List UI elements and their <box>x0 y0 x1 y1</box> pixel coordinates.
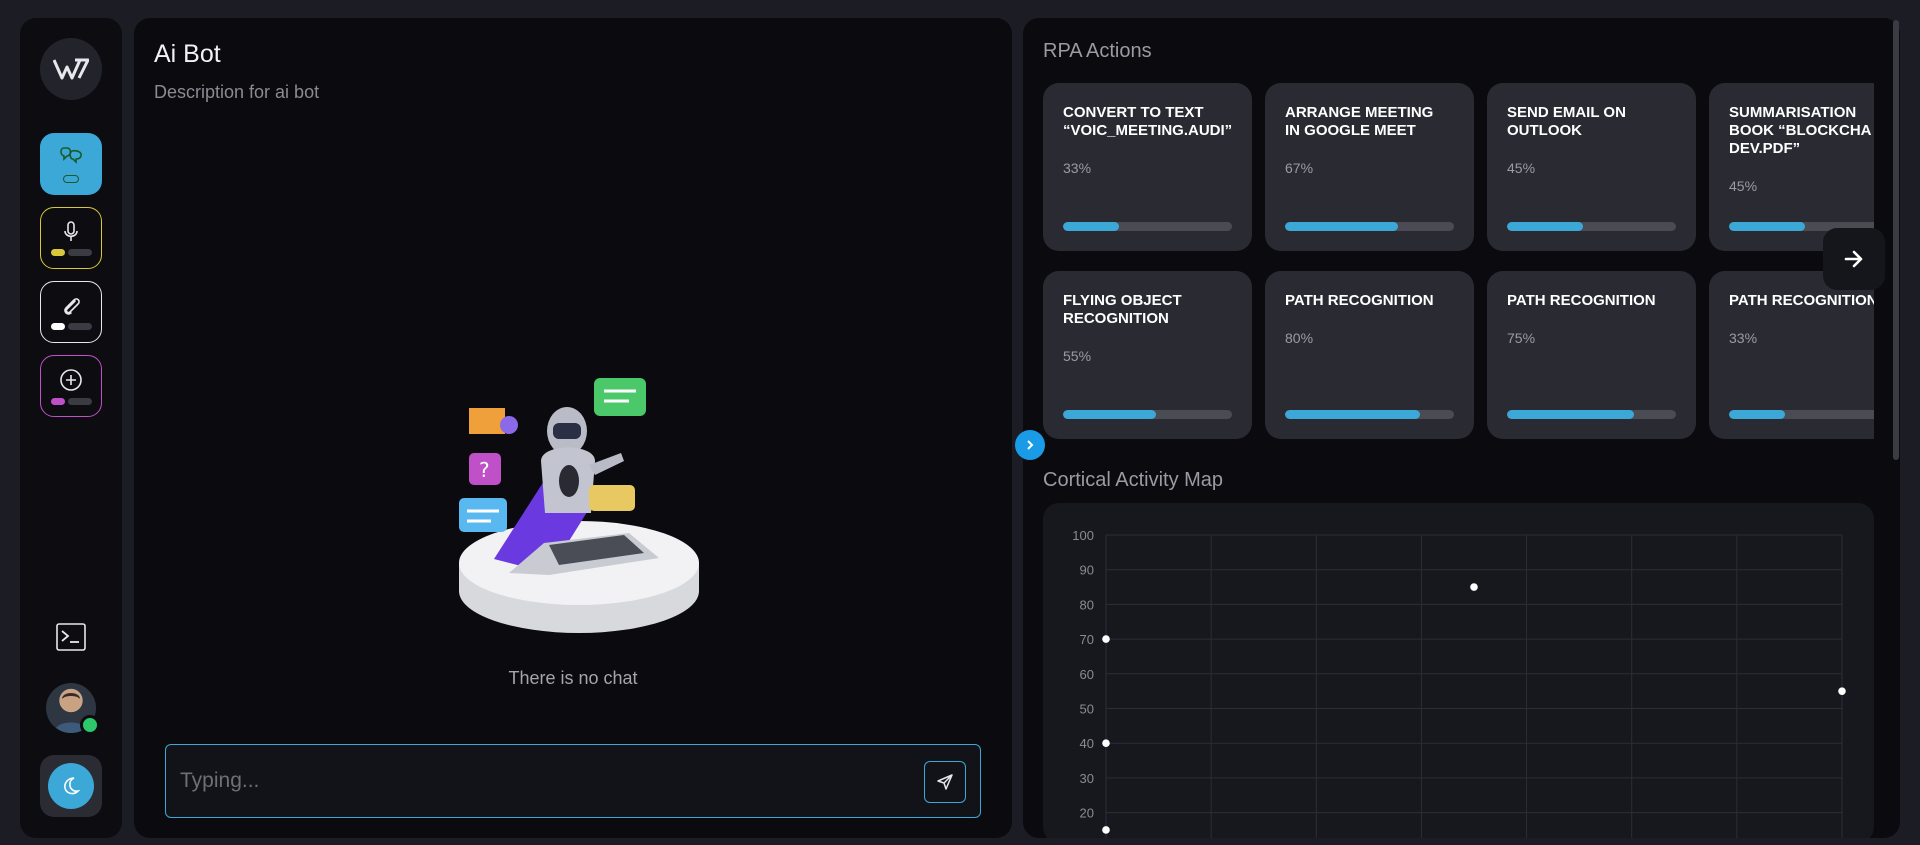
chart-data-point[interactable] <box>1470 583 1478 591</box>
chart-data-point[interactable] <box>1102 635 1110 643</box>
rpa-card-title: SEND EMAIL ON OUTLOOK <box>1507 104 1626 139</box>
paperclip-icon <box>64 297 80 315</box>
rpa-card-progress-bar <box>1063 410 1232 419</box>
cortical-activity-chart: 100 90 80 70 60 50 40 30 20 <box>1072 528 1846 838</box>
rpa-card-progress-bar <box>1507 410 1676 419</box>
arrow-right-icon <box>1844 250 1863 268</box>
rpa-card-progress-fill <box>1507 410 1634 419</box>
microphone-icon <box>64 220 78 241</box>
chart-y-tick-label: 20 <box>1080 806 1094 821</box>
rpa-card-percent: 75% <box>1507 330 1536 346</box>
rpa-card-percent: 67% <box>1285 160 1314 176</box>
attachment-indicator <box>50 322 92 330</box>
chart-data-point[interactable] <box>1102 826 1110 834</box>
chatbot-icon <box>60 147 82 164</box>
right-panel: RPA Actions CONVERT TO TEXT “VOIC_MEETIN… <box>1023 18 1900 838</box>
rpa-card-progress-bar <box>1063 222 1232 231</box>
rpa-card-progress-fill <box>1285 222 1399 231</box>
rpa-action-card[interactable]: PATH RECOGNITION 80% <box>1265 271 1474 439</box>
svg-text:?: ? <box>479 458 490 482</box>
add-tool-button[interactable] <box>40 355 102 417</box>
chat-title: Ai Bot <box>154 40 221 68</box>
page-scrollbar[interactable] <box>1893 20 1899 460</box>
rpa-card-progress-fill <box>1063 410 1156 419</box>
rpa-card-progress-bar <box>1285 410 1454 419</box>
online-status-dot <box>80 715 100 735</box>
rpa-card-title: FLYING OBJECT RECOGNITION <box>1063 292 1182 327</box>
cortical-activity-chart-container: 100 90 80 70 60 50 40 30 20 <box>1043 503 1874 838</box>
chevron-right-icon <box>1027 440 1034 450</box>
rpa-card-progress-fill <box>1507 222 1584 231</box>
add-indicator <box>50 397 92 405</box>
rpa-card-title: ARRANGE MEETING IN GOOGLE MEET <box>1285 104 1434 139</box>
map-section-title: Cortical Activity Map <box>1043 469 1224 491</box>
chart-data-point[interactable] <box>1102 739 1110 747</box>
rpa-card-progress-bar <box>1507 222 1676 231</box>
rpa-card-title: CONVERT TO TEXT “VOIC_MEETING.AUDI” <box>1063 104 1233 139</box>
rpa-action-card[interactable]: ARRANGE MEETING IN GOOGLE MEET 67% <box>1265 83 1474 251</box>
rpa-card-progress-fill <box>1063 222 1119 231</box>
chatbot-indicator <box>63 175 79 183</box>
rpa-card-title: SUMMARISATION BOOK “BLOCKCHA DEV.PDF” <box>1729 104 1872 157</box>
rpa-action-card[interactable]: CONVERT TO TEXT “VOIC_MEETING.AUDI” 33% <box>1043 83 1252 251</box>
chart-data-point[interactable] <box>1838 687 1846 695</box>
rpa-card-percent: 45% <box>1729 178 1758 194</box>
rpa-section-title: RPA Actions <box>1043 40 1152 62</box>
rpa-cards-carousel: CONVERT TO TEXT “VOIC_MEETING.AUDI” 33% AR… <box>1043 83 1874 459</box>
chat-description: Description for ai bot <box>154 82 320 102</box>
rpa-action-card[interactable]: SUMMARISATION BOOK “BLOCKCHA DEV.PDF” 45% <box>1709 83 1874 251</box>
chart-y-tick-label: 60 <box>1080 667 1094 682</box>
chart-y-tick-label: 30 <box>1080 771 1094 786</box>
carousel-next-button[interactable] <box>1823 228 1885 290</box>
rpa-card-title: PATH RECOGNITION <box>1285 292 1434 309</box>
brand-logo-icon[interactable] <box>40 38 102 100</box>
rpa-card-percent: 33% <box>1729 330 1758 346</box>
rpa-card-progress-fill <box>1285 410 1421 419</box>
rpa-card-percent: 33% <box>1063 160 1092 176</box>
send-button[interactable] <box>924 761 966 803</box>
rpa-action-card[interactable]: FLYING OBJECT RECOGNITION 55% <box>1043 271 1252 439</box>
send-icon <box>937 774 953 790</box>
rpa-card-percent: 80% <box>1285 330 1314 346</box>
chart-y-tick-label: 80 <box>1080 597 1094 612</box>
voice-tool-button[interactable] <box>40 207 102 269</box>
rpa-card-title: PATH RECOGNITION <box>1507 292 1656 309</box>
theme-toggle-button[interactable] <box>40 755 102 817</box>
rpa-card-progress-fill <box>1729 410 1785 419</box>
empty-chat-message: There is no chat <box>508 668 638 688</box>
chart-y-tick-label: 90 <box>1080 563 1094 578</box>
chatbot-tool-button[interactable] <box>40 133 102 195</box>
rpa-card-progress-fill <box>1729 222 1806 231</box>
rpa-action-card[interactable]: PATH RECOGNITION 33% <box>1709 271 1874 439</box>
rpa-card-percent: 45% <box>1507 160 1536 176</box>
chart-y-tick-label: 100 <box>1072 528 1094 543</box>
rpa-card-title: PATH RECOGNITION <box>1729 292 1874 309</box>
rpa-action-card[interactable]: SEND EMAIL ON OUTLOOK 45% <box>1487 83 1696 251</box>
chart-y-tick-label: 50 <box>1080 702 1094 717</box>
message-input[interactable] <box>180 763 880 799</box>
message-composer <box>165 744 981 818</box>
voice-indicator <box>50 248 92 256</box>
attachment-tool-button[interactable] <box>40 281 102 343</box>
moon-icon <box>64 777 81 795</box>
robot-laptop-illustration: ? <box>459 378 699 633</box>
rpa-card-percent: 55% <box>1063 348 1092 364</box>
terminal-icon[interactable] <box>56 623 86 651</box>
rpa-action-card[interactable]: PATH RECOGNITION 75% <box>1487 271 1696 439</box>
rpa-card-progress-bar <box>1729 410 1874 419</box>
rpa-card-progress-bar <box>1285 222 1454 231</box>
chart-y-tick-label: 70 <box>1080 632 1094 647</box>
chat-panel: Ai Bot Description for ai bot ? There is… <box>134 18 1012 838</box>
collapse-panel-button[interactable] <box>1015 430 1045 460</box>
chart-y-tick-label: 40 <box>1080 736 1094 751</box>
plus-circle-icon <box>60 368 82 391</box>
sidebar <box>20 18 122 838</box>
